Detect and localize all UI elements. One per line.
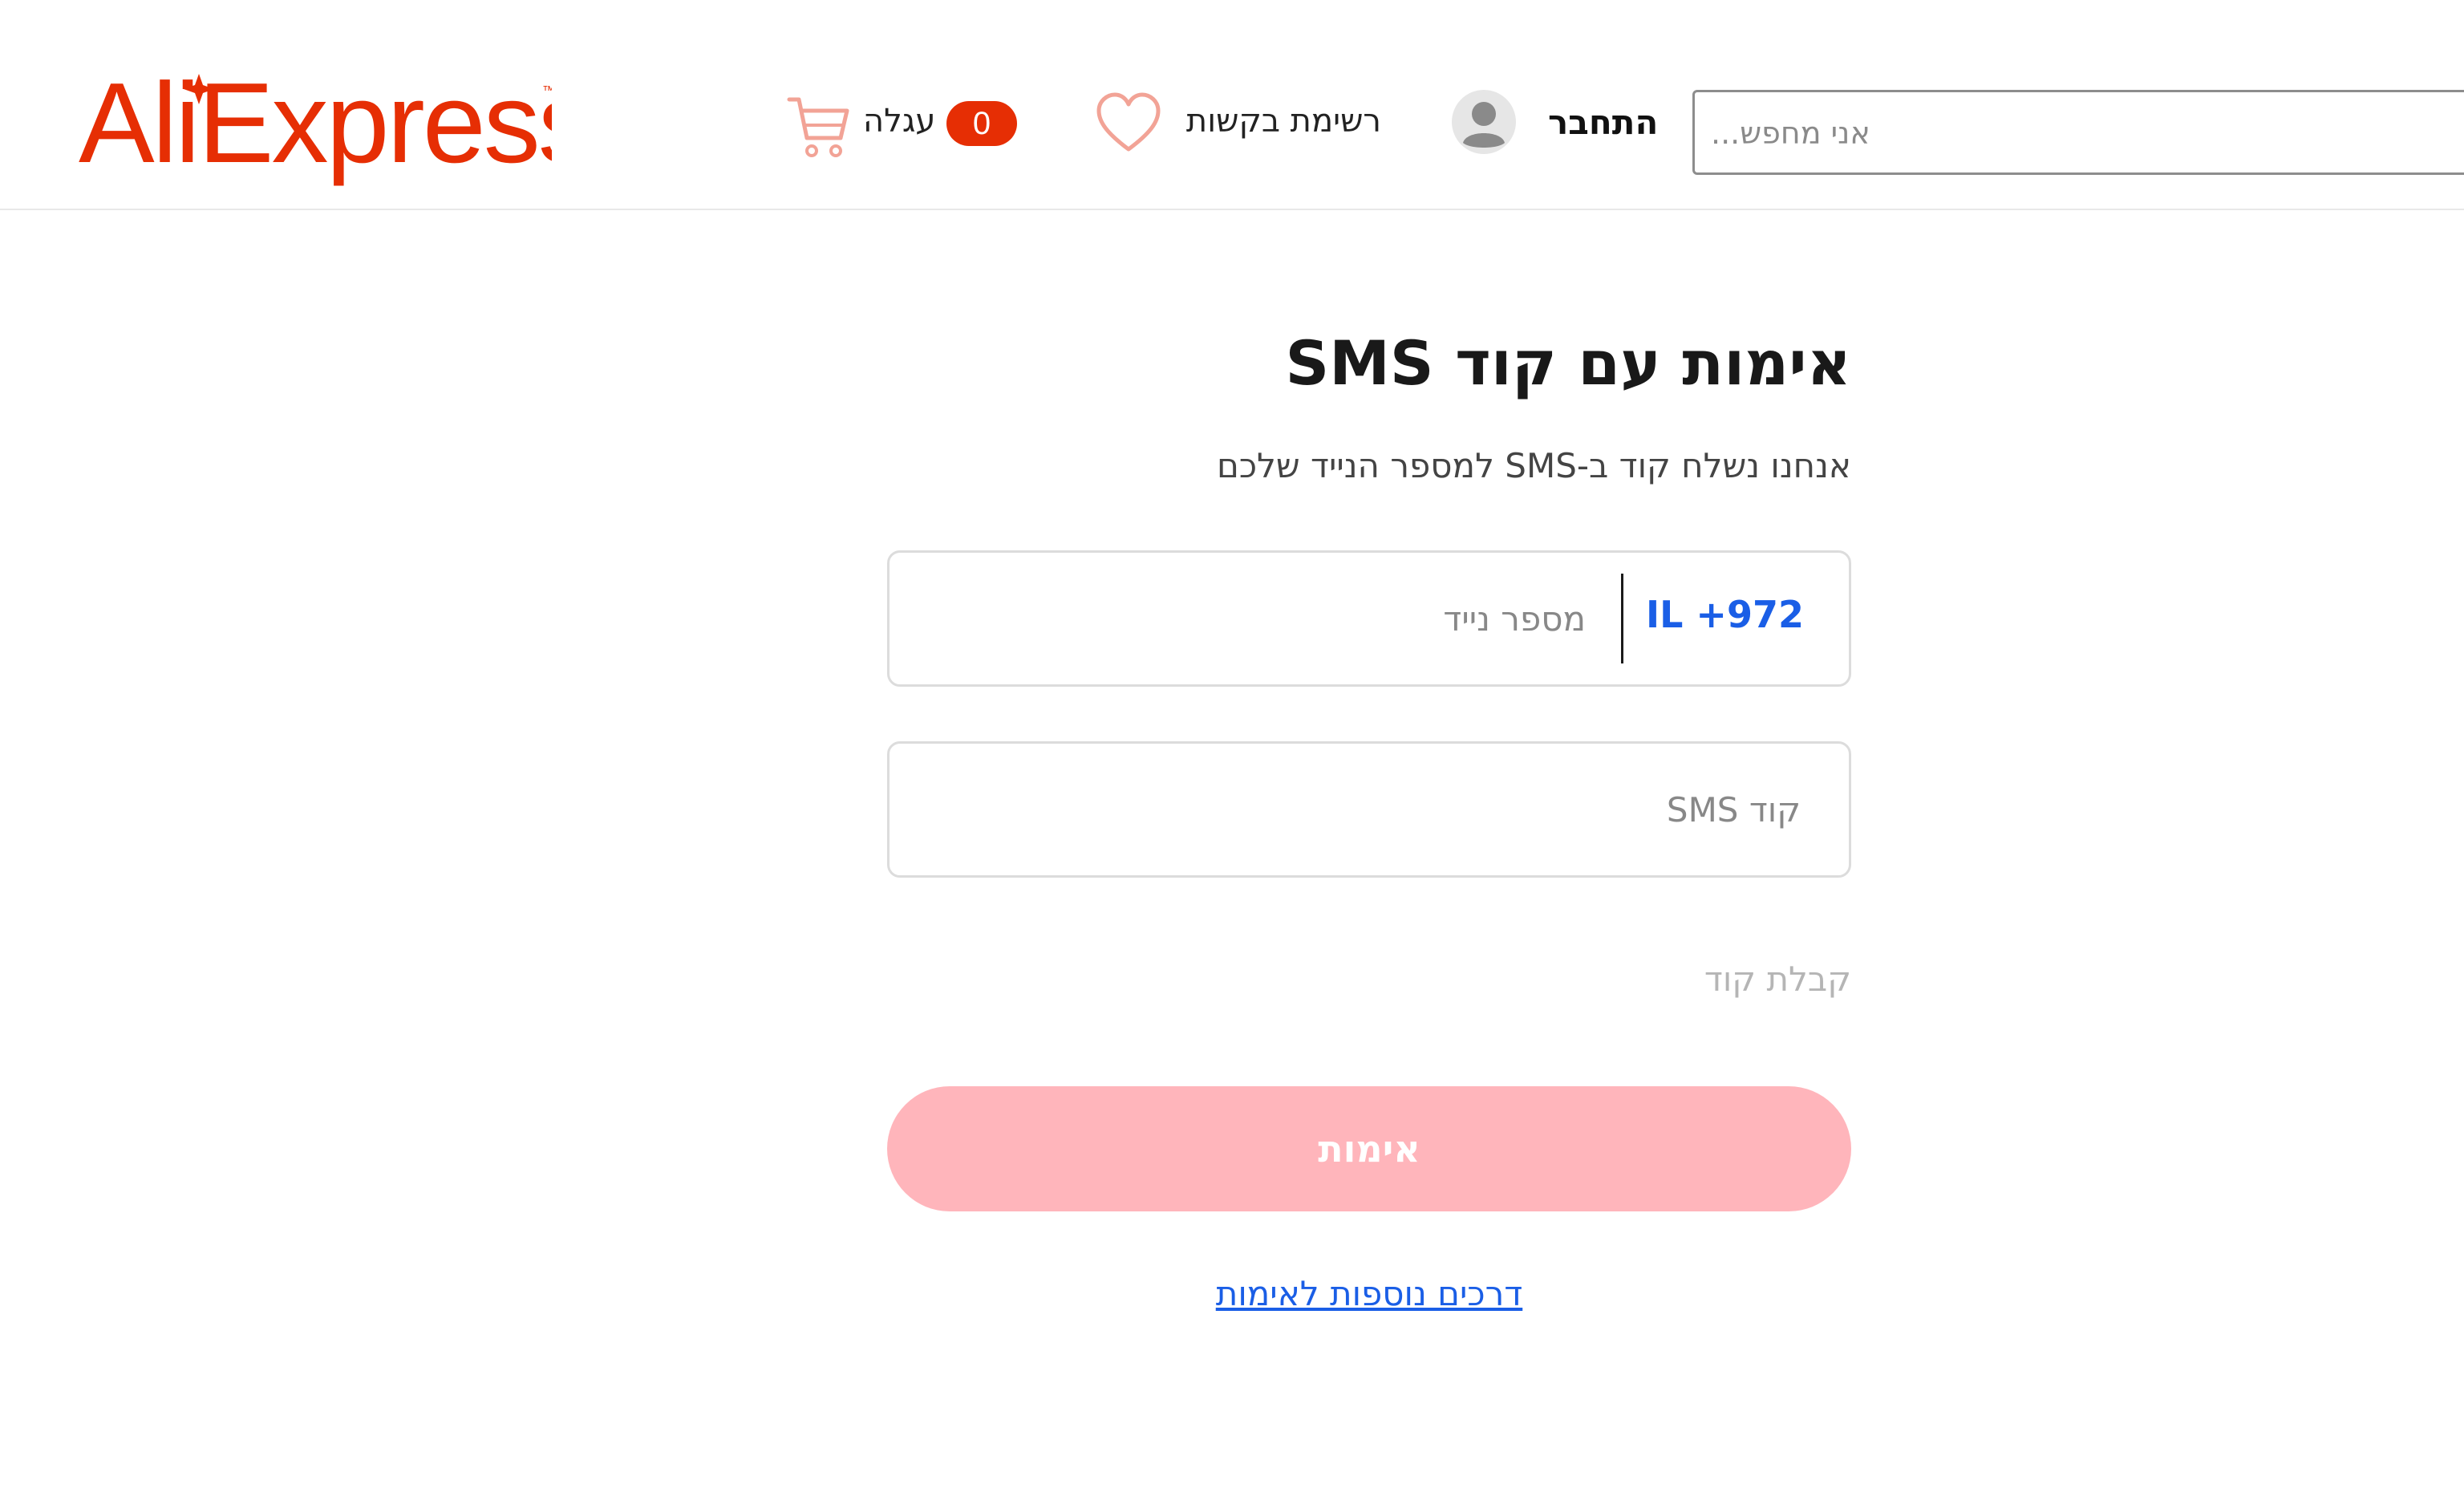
field-divider [1621,574,1623,663]
verify-button[interactable]: אימות [887,1086,1851,1211]
header: AliExpress ™ עגלה 0 רשימת בקשות התחבר ..… [0,0,2464,210]
search-box [1692,90,2464,175]
more-verification-methods-link[interactable]: דרכים נוספות לאימות [887,1274,1851,1313]
svg-text:™: ™ [542,84,552,98]
aliexpress-logo[interactable]: AliExpress ™ [79,67,552,196]
logo-graphic: AliExpress ™ [79,67,552,187]
heart-icon [1096,92,1161,152]
logo-text: AliExpress [79,67,552,187]
cart[interactable]: עגלה 0 [786,88,1035,168]
sms-code-input[interactable] [912,771,1801,848]
page-subtitle: אנחנו נשלח קוד ב-SMS למספר הנייד שלכם [1216,446,1851,485]
phone-number-input[interactable] [912,580,1586,657]
wishlist-label: רשימת בקשות [1185,103,1381,140]
page-title: אימות עם קוד SMS [1285,327,1851,399]
phone-number-field: IL +972 [887,550,1851,687]
sms-code-field [887,741,1851,878]
page: AliExpress ™ עגלה 0 רשימת בקשות התחבר ..… [0,0,2464,1497]
country-code-selector[interactable]: IL +972 [1646,593,1804,636]
cart-label: עגלה [863,103,936,140]
login-link[interactable]: התחבר [1548,103,1658,142]
cart-icon [787,97,849,157]
wishlist[interactable]: רשימת בקשות [1096,88,1400,168]
search-input[interactable] [1709,103,2434,163]
cart-count-badge: 0 [946,101,1017,146]
get-code-button[interactable]: קבלת קוד [1704,959,1851,999]
user-avatar-icon[interactable] [1452,90,1516,154]
